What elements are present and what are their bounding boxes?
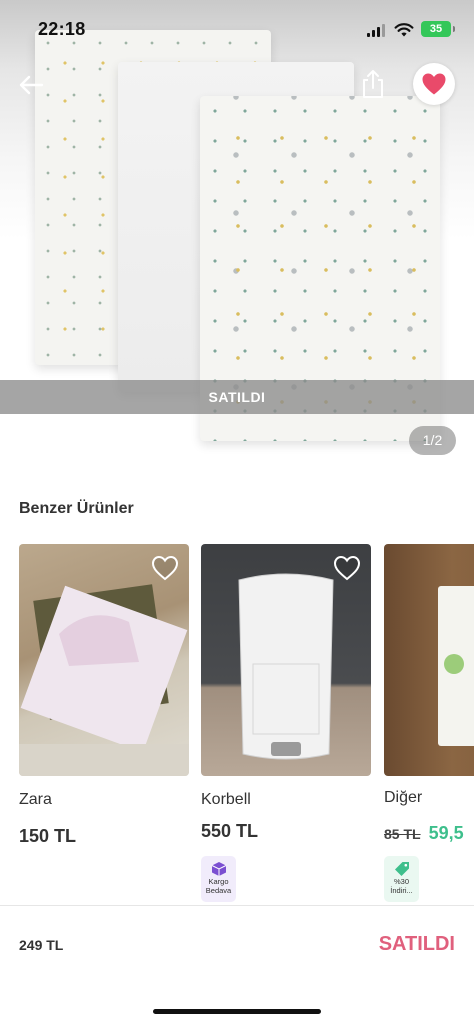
share-icon: [363, 70, 383, 98]
product-price: 85 TL 59,5: [384, 823, 464, 844]
arrow-left-icon: [19, 75, 44, 95]
product-card-zara[interactable]: Zara 150 TL: [19, 544, 189, 904]
sold-banner: SATILDI: [0, 380, 474, 414]
similar-products-title: Benzer Ürünler: [19, 500, 134, 517]
product-card-korbell[interactable]: Korbell 550 TL Kargo Bedava: [201, 544, 371, 904]
back-button[interactable]: [14, 68, 48, 102]
image-page-indicator: 1/2: [409, 426, 456, 455]
favorite-button[interactable]: [413, 63, 455, 105]
product-image[interactable]: [384, 544, 474, 776]
status-bar: 22:18 35: [0, 0, 474, 56]
badge-line-1: Kargo: [208, 877, 229, 886]
badge-line-2: Bedava: [205, 886, 232, 895]
discount-badge: %30 İndiri...: [384, 856, 419, 902]
product-price: 550 TL: [201, 821, 258, 842]
price-value: 150 TL: [19, 826, 77, 846]
badge-line-2: İndiri...: [390, 886, 413, 895]
tag-icon: [394, 862, 409, 876]
bottom-action-bar: 249 TL SATILDI: [0, 905, 474, 1024]
heart-outline-icon[interactable]: [151, 555, 179, 581]
similar-products-carousel[interactable]: Zara 150 TL Korbell 550 TL Kargo Bedava …: [19, 544, 474, 904]
product-price: 150 TL: [19, 826, 76, 847]
price-value: 550 TL: [201, 821, 259, 841]
heart-outline-icon[interactable]: [333, 555, 361, 581]
free-shipping-badge: Kargo Bedava: [201, 856, 236, 902]
product-price-total: 249 TL: [19, 937, 64, 953]
sold-status-label: SATILDI: [378, 933, 455, 955]
share-button[interactable]: [356, 66, 390, 102]
status-time: 22:18: [38, 19, 86, 39]
product-card-diger[interactable]: Diğer 85 TL 59,5 %30 İndiri...: [384, 544, 474, 904]
product-brand: Zara: [19, 791, 52, 808]
product-photo-baby-oil: [438, 586, 474, 746]
cellular-signal-icon: [367, 24, 385, 37]
product-image[interactable]: [201, 544, 371, 776]
product-image[interactable]: [19, 544, 189, 776]
discounted-price: 59,5: [428, 823, 464, 843]
badge-line-1: %30: [393, 877, 409, 886]
product-detail-screen: 22:18 35 SATILDI 1/2 Benzer Ürünler Zara…: [0, 0, 474, 1024]
product-brand: Korbell: [201, 791, 251, 808]
heart-filled-icon: [422, 73, 446, 95]
battery-icon: 35: [421, 21, 455, 37]
home-indicator[interactable]: [153, 1009, 321, 1014]
wifi-icon: [394, 23, 414, 37]
box-icon: [211, 862, 226, 876]
old-price: 85 TL: [384, 826, 421, 842]
product-brand: Diğer: [384, 789, 423, 806]
